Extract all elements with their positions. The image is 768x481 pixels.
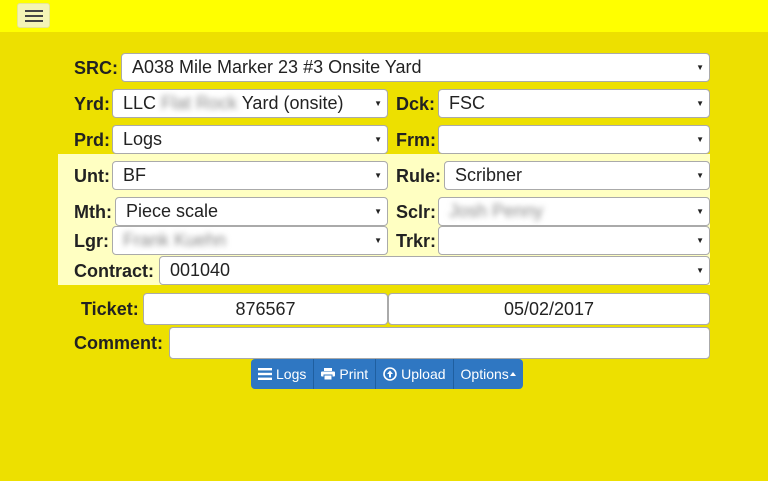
trucker-label: Trkr:: [396, 231, 437, 251]
deck-label: Dck:: [396, 94, 436, 114]
src-select[interactable]: A038 Mile Marker 23 #3 Onsite Yard ▼: [121, 53, 710, 82]
dropdown-arrow-icon: ▼: [374, 135, 382, 144]
logs-button[interactable]: Logs: [251, 359, 315, 389]
options-button[interactable]: Options: [453, 359, 523, 389]
upload-icon: [383, 367, 397, 381]
caret-up-icon: [509, 372, 516, 376]
dropdown-arrow-icon: ▼: [374, 99, 382, 108]
dropdown-arrow-icon: ▼: [696, 207, 704, 216]
method-label: Mth:: [74, 202, 112, 222]
trucker-select[interactable]: ▼: [438, 226, 710, 255]
comment-label: Comment:: [74, 333, 163, 353]
product-select[interactable]: Logs ▼: [112, 125, 388, 154]
contract-select[interactable]: 001040 ▼: [159, 256, 710, 285]
yard-label: Yrd:: [74, 94, 110, 114]
yard-prefix: LLC: [123, 93, 157, 113]
hamburger-icon: [24, 9, 43, 22]
print-icon: [321, 368, 336, 380]
scaler-select[interactable]: Josh Penny ▼: [438, 197, 710, 226]
top-bar: [0, 0, 768, 32]
deck-value: FSC: [449, 93, 485, 113]
logger-label: Lgr:: [74, 231, 109, 251]
dropdown-arrow-icon: ▼: [696, 236, 704, 245]
menu-button[interactable]: [17, 3, 50, 28]
yard-select[interactable]: LLC Flat Rock Yard (onsite) ▼: [112, 89, 388, 118]
logs-button-label: Logs: [276, 366, 307, 382]
list-icon: [258, 368, 272, 380]
date-input[interactable]: 05/02/2017: [388, 293, 710, 325]
logger-select[interactable]: Frank Kuehn ▼: [112, 226, 388, 255]
ticket-label: Ticket:: [81, 299, 139, 319]
unit-value: BF: [123, 165, 147, 185]
rule-select[interactable]: Scribner ▼: [444, 161, 710, 190]
unit-label: Unt:: [74, 166, 110, 186]
upload-button-label: Upload: [401, 366, 446, 382]
src-label: SRC:: [74, 58, 118, 78]
contract-value: 001040: [170, 260, 231, 280]
logger-redacted: Frank Kuehn: [123, 230, 227, 250]
rule-value: Scribner: [455, 165, 523, 185]
unit-select[interactable]: BF ▼: [112, 161, 388, 190]
dropdown-arrow-icon: ▼: [374, 207, 382, 216]
method-value: Piece scale: [126, 201, 219, 221]
print-button-label: Print: [339, 366, 369, 382]
product-value: Logs: [123, 129, 163, 149]
dropdown-arrow-icon: ▼: [696, 266, 704, 275]
scaler-label: Sclr:: [396, 202, 437, 222]
yard-suffix: Yard (onsite): [241, 93, 344, 113]
yard-redacted: Flat Rock: [161, 93, 238, 113]
comment-input[interactable]: [169, 327, 710, 359]
rule-label: Rule:: [396, 166, 441, 186]
print-button[interactable]: Print: [314, 359, 377, 389]
from-select[interactable]: ▼: [438, 125, 710, 154]
upload-button[interactable]: Upload: [376, 359, 454, 389]
product-label: Prd:: [74, 130, 110, 150]
dropdown-arrow-icon: ▼: [696, 135, 704, 144]
method-select[interactable]: Piece scale ▼: [115, 197, 388, 226]
action-toolbar: Logs Print Upload Options: [251, 359, 523, 389]
options-button-label: Options: [460, 366, 509, 382]
dropdown-arrow-icon: ▼: [696, 171, 704, 180]
contract-label: Contract:: [74, 261, 154, 281]
ticket-input[interactable]: 876567: [143, 293, 388, 325]
scaler-redacted: Josh Penny: [449, 201, 544, 221]
from-label: Frm:: [396, 130, 436, 150]
dropdown-arrow-icon: ▼: [374, 171, 382, 180]
src-value: A038 Mile Marker 23 #3 Onsite Yard: [132, 57, 422, 77]
dropdown-arrow-icon: ▼: [696, 63, 704, 72]
dropdown-arrow-icon: ▼: [374, 236, 382, 245]
dropdown-arrow-icon: ▼: [696, 99, 704, 108]
deck-select[interactable]: FSC ▼: [438, 89, 710, 118]
